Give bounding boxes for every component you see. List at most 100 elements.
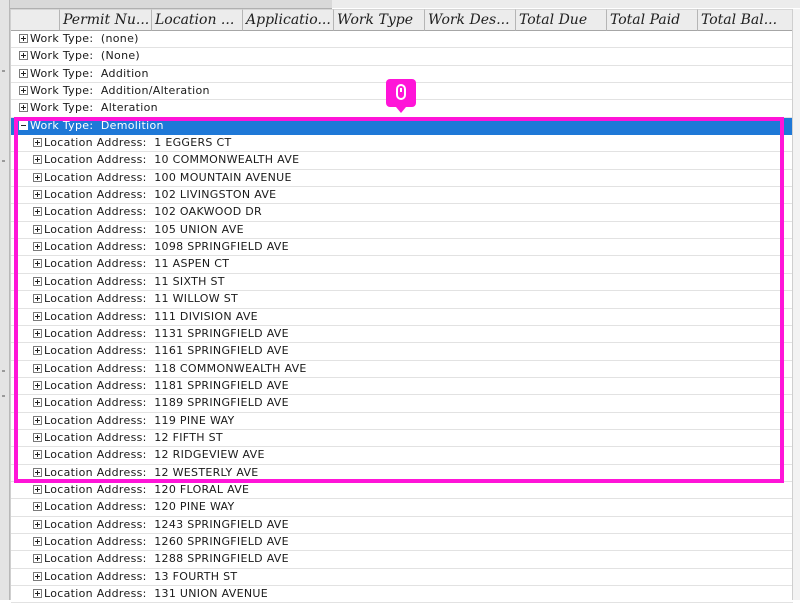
- expand-icon[interactable]: [33, 155, 42, 165]
- group-row-location-address[interactable]: Location Address: 1243 SPRINGFIELD AVE: [11, 517, 793, 534]
- expand-icon[interactable]: [33, 519, 42, 529]
- row-label: Location Address: 120 PINE WAY: [44, 500, 235, 514]
- row-label: Location Address: 1181 SPRINGFIELD AVE: [44, 378, 289, 392]
- expand-icon[interactable]: [33, 536, 42, 546]
- expand-icon[interactable]: [33, 276, 42, 286]
- row-label: Location Address: 118 COMMONWEALTH AVE: [44, 361, 307, 375]
- group-row-location-address[interactable]: Location Address: 11 WILLOW ST: [11, 291, 793, 309]
- group-row-location-address[interactable]: Location Address: 1 EGGERS CT: [11, 135, 793, 153]
- row-label: Location Address: 11 SIXTH ST: [44, 274, 225, 288]
- left-panel-mark: [2, 395, 5, 397]
- group-row-location-address[interactable]: Location Address: 120 FLORAL AVE: [11, 482, 793, 500]
- collapse-icon[interactable]: [19, 120, 28, 130]
- expand-icon[interactable]: [19, 68, 28, 78]
- expand-icon[interactable]: [33, 346, 42, 356]
- row-label: Location Address: 1260 SPRINGFIELD AVE: [44, 534, 289, 548]
- column-header-permit-number[interactable]: Permit Nu...: [60, 9, 152, 31]
- row-label: Location Address: 11 WILLOW ST: [44, 292, 239, 306]
- expand-icon[interactable]: [33, 415, 42, 425]
- expand-icon[interactable]: [33, 224, 42, 234]
- group-row-location-address[interactable]: Location Address: 105 UNION AVE: [11, 222, 793, 240]
- group-row-work-type[interactable]: Work Type: Demolition: [11, 117, 793, 136]
- expand-icon[interactable]: [33, 242, 42, 252]
- highlight-tag: [386, 79, 416, 113]
- column-header-total-due[interactable]: Total Due: [516, 9, 607, 31]
- group-row-location-address[interactable]: Location Address: 100 MOUNTAIN AVENUE: [11, 170, 793, 188]
- group-row-location-address[interactable]: Location Address: 11 SIXTH ST: [11, 274, 793, 292]
- group-row-location-address[interactable]: Location Address: 131 UNION AVENUE: [11, 586, 793, 603]
- expand-icon[interactable]: [19, 34, 28, 43]
- group-row-location-address[interactable]: Location Address: 1288 SPRINGFIELD AVE: [11, 551, 793, 569]
- group-row-location-address[interactable]: Location Address: 1260 SPRINGFIELD AVE: [11, 534, 793, 552]
- group-row-location-address[interactable]: Location Address: 12 WESTERLY AVE: [11, 465, 793, 482]
- group-row-work-type[interactable]: Work Type: (None): [11, 48, 793, 66]
- vertical-scrollbar[interactable]: [792, 9, 800, 600]
- expand-icon[interactable]: [33, 363, 42, 373]
- expand-icon[interactable]: [33, 172, 42, 182]
- row-label: Location Address: 12 FIFTH ST: [44, 430, 223, 444]
- group-row-location-address[interactable]: Location Address: 118 COMMONWEALTH AVE: [11, 361, 793, 378]
- group-row-location-address[interactable]: Location Address: 1181 SPRINGFIELD AVE: [11, 378, 793, 396]
- expand-icon[interactable]: [33, 138, 42, 148]
- row-label: Location Address: 1098 SPRINGFIELD AVE: [44, 240, 289, 254]
- expand-icon[interactable]: [33, 380, 42, 390]
- row-label: Location Address: 102 OAKWOOD DR: [44, 205, 263, 219]
- expand-icon[interactable]: [33, 259, 42, 269]
- group-row-location-address[interactable]: Location Address: 111 DIVISION AVE: [11, 309, 793, 326]
- group-row-location-address[interactable]: Location Address: 12 RIDGEVIEW AVE: [11, 447, 793, 465]
- row-label: Location Address: 120 FLORAL AVE: [44, 482, 250, 496]
- left-panel-edge: [0, 0, 10, 600]
- group-row-location-address[interactable]: Location Address: 119 PINE WAY: [11, 413, 793, 430]
- row-label: Location Address: 11 ASPEN CT: [44, 257, 230, 271]
- column-header-application[interactable]: Applicatio...: [243, 9, 334, 31]
- top-toolbar-edge: [10, 0, 332, 9]
- row-label: Location Address: 1 EGGERS CT: [44, 136, 232, 150]
- group-row-location-address[interactable]: Location Address: 12 FIFTH ST: [11, 430, 793, 448]
- group-row-location-address[interactable]: Location Address: 11 ASPEN CT: [11, 256, 793, 274]
- expand-icon[interactable]: [33, 554, 42, 564]
- mouse-icon: [396, 84, 406, 100]
- column-header-location[interactable]: Location ...: [152, 9, 243, 31]
- expand-icon[interactable]: [33, 432, 42, 442]
- expand-icon[interactable]: [33, 294, 42, 304]
- row-label: Location Address: 102 LIVINGSTON AVE: [44, 188, 277, 202]
- expand-icon[interactable]: [33, 207, 42, 217]
- expand-icon[interactable]: [33, 571, 42, 581]
- column-header-work-description[interactable]: Work Des...: [425, 9, 516, 31]
- left-panel-mark: [2, 370, 5, 372]
- row-label: Location Address: 119 PINE WAY: [44, 413, 235, 427]
- group-row-work-type[interactable]: Work Type: (none): [11, 31, 793, 49]
- expand-icon[interactable]: [33, 467, 42, 477]
- expand-icon[interactable]: [33, 502, 42, 512]
- grid-header: Permit Nu... Location ... Applicatio... …: [11, 9, 793, 31]
- expand-icon[interactable]: [33, 190, 42, 200]
- column-header-total-balance[interactable]: Total Bal...: [698, 9, 793, 31]
- row-label: Location Address: 1288 SPRINGFIELD AVE: [44, 552, 289, 566]
- row-label: Work Type: Demolition: [30, 118, 164, 132]
- group-row-location-address[interactable]: Location Address: 1131 SPRINGFIELD AVE: [11, 326, 793, 344]
- expand-icon[interactable]: [19, 86, 28, 96]
- row-label: Location Address: 105 UNION AVE: [44, 222, 244, 236]
- group-row-location-address[interactable]: Location Address: 102 OAKWOOD DR: [11, 204, 793, 222]
- expand-icon[interactable]: [33, 328, 42, 338]
- left-panel-mark: [2, 160, 5, 162]
- row-label: Work Type: Addition/Alteration: [30, 84, 210, 98]
- expand-icon[interactable]: [19, 51, 28, 61]
- group-row-location-address[interactable]: Location Address: 1098 SPRINGFIELD AVE: [11, 239, 793, 257]
- column-header-indicator[interactable]: [11, 9, 60, 31]
- group-row-location-address[interactable]: Location Address: 102 LIVINGSTON AVE: [11, 187, 793, 205]
- group-row-location-address[interactable]: Location Address: 1189 SPRINGFIELD AVE: [11, 395, 793, 413]
- expand-icon[interactable]: [33, 398, 42, 408]
- column-header-total-paid[interactable]: Total Paid: [607, 9, 698, 31]
- expand-icon[interactable]: [33, 311, 42, 321]
- group-row-location-address[interactable]: Location Address: 10 COMMONWEALTH AVE: [11, 152, 793, 170]
- expand-icon[interactable]: [33, 484, 42, 494]
- expand-icon[interactable]: [33, 589, 42, 598]
- expand-icon[interactable]: [19, 103, 28, 113]
- row-label: Location Address: 1189 SPRINGFIELD AVE: [44, 396, 289, 410]
- group-row-location-address[interactable]: Location Address: 120 PINE WAY: [11, 499, 793, 517]
- group-row-location-address[interactable]: Location Address: 1161 SPRINGFIELD AVE: [11, 343, 793, 361]
- group-row-location-address[interactable]: Location Address: 13 FOURTH ST: [11, 569, 793, 586]
- expand-icon[interactable]: [33, 450, 42, 460]
- column-header-work-type[interactable]: Work Type: [334, 9, 425, 31]
